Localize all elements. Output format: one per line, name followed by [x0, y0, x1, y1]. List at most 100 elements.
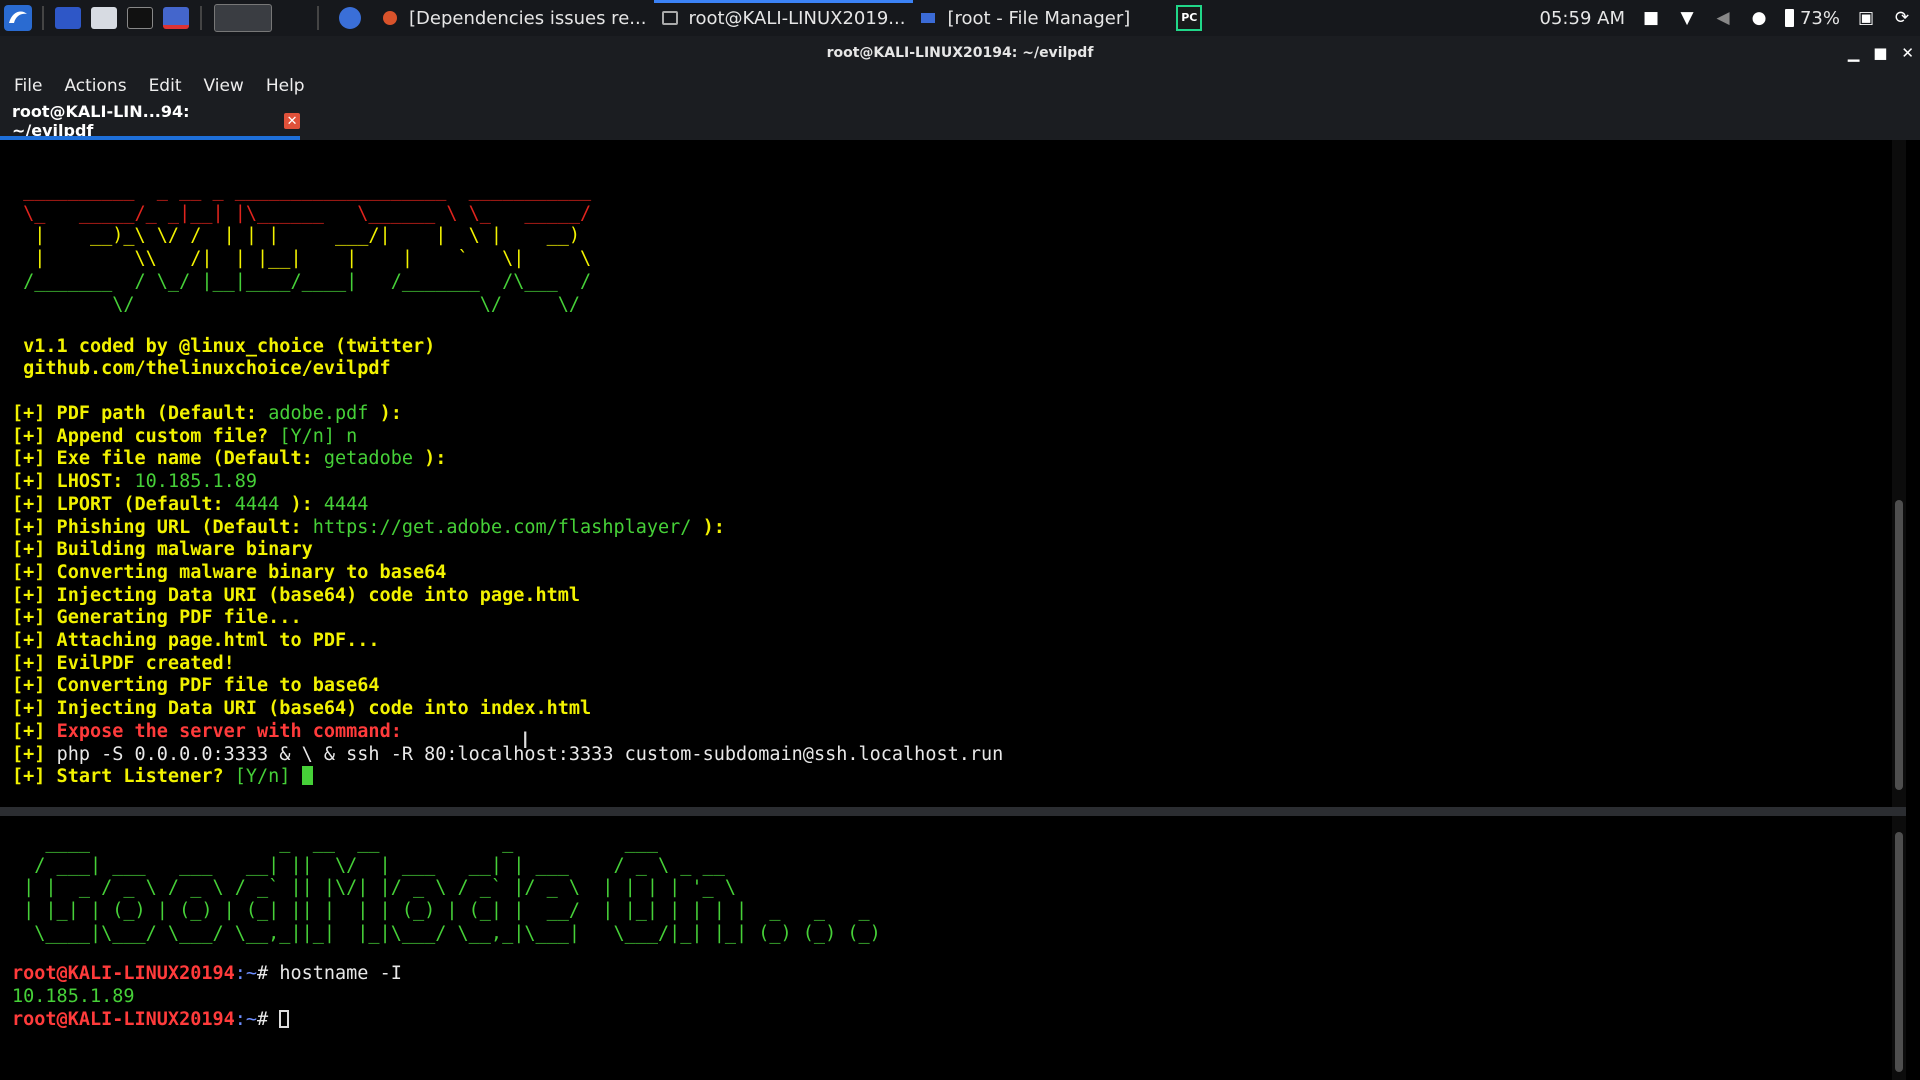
terminal-text: 4444 [234, 493, 280, 515]
banner-art-line: | | _ / _ \ / _ \ / _` || |\/| |/ _ \ / … [12, 877, 759, 899]
terminal-line: [+] Injecting Data URI (base64) code int… [12, 585, 1003, 608]
menu-file[interactable]: File [14, 76, 42, 96]
pane-splitter[interactable] [0, 807, 1906, 816]
terminal-text: adobe.pdf [268, 403, 369, 424]
pycharm-launcher-icon[interactable]: PC [1176, 5, 1203, 31]
taskbar-item-label: [Dependencies issues re... [409, 7, 647, 29]
scrollbar[interactable] [1892, 140, 1906, 807]
tab-label: root@KALI-LIN...94: ~/evilpdf [12, 102, 190, 140]
terminal-text: [+] Building malware binary [12, 539, 313, 561]
terminal-text: [+] PDF path (Default: [12, 403, 269, 424]
firefox-icon [383, 11, 397, 25]
menu-help[interactable]: Help [266, 76, 305, 96]
battery-indicator[interactable]: 73% [1784, 8, 1840, 29]
panel-separator [317, 6, 319, 30]
scrollbar-thumb[interactable] [1895, 500, 1903, 790]
terminal-output: [+] PDF path (Default: adobe.pdf ): [+] A… [12, 403, 1003, 789]
terminal-line: [+] Expose the server with command: [12, 721, 1003, 744]
terminal-line: [+] PDF path (Default: adobe.pdf ): [12, 403, 1003, 426]
banner-art-line: / ___| ___ ___ __| || \/ | ___ __| | ___… [12, 854, 759, 876]
terminal-line: [+] Append custom file? [Y/n] n [12, 426, 1003, 449]
terminal-text: [+] Generating PDF file... [12, 607, 302, 629]
battery-icon [1784, 9, 1794, 27]
prompt-user: root@KALI-LINUX20194 [12, 1009, 235, 1030]
show-desktop-icon[interactable] [55, 7, 81, 29]
terminal-text: [Y/n] [234, 766, 302, 788]
close-icon[interactable]: ✕ [1901, 44, 1914, 62]
terminal-text: [+] [12, 720, 57, 742]
terminal-line: [+] Converting malware binary to base64 [12, 562, 1003, 585]
terminal-line: [+] Injecting Data URI (base64) code int… [12, 698, 1003, 721]
notifications-icon[interactable]: ● [1749, 8, 1769, 28]
panel-separator [200, 6, 202, 30]
terminal-text: 10.185.1.89 [134, 471, 258, 493]
command-line: root@KALI-LINUX20194:~# hostname -I [12, 963, 402, 986]
folder-icon [921, 13, 936, 23]
terminal-line: [+] Phishing URL (Default: https://get.a… [12, 517, 1003, 540]
scrollbar-thumb[interactable] [1895, 832, 1903, 1072]
terminal-line: [+] Attaching page.html to PDF... [12, 630, 1003, 653]
terminal-text: [+] Converting PDF file to base64 [12, 675, 380, 697]
terminal-line: [+] Generating PDF file... [12, 607, 1003, 630]
tab-terminal[interactable]: root@KALI-LIN...94: ~/evilpdf ✕ [0, 102, 300, 140]
taskbar-item-file-manager[interactable]: [root - File Manager] [913, 0, 1138, 36]
menu-edit[interactable]: Edit [149, 76, 182, 96]
minimize-icon[interactable]: ▁ [1848, 44, 1860, 62]
banner-art-line: | __)_\ \/ / | | | ___/| | \ | __) [12, 225, 603, 247]
taskbar-item-label: [root - File Manager] [947, 7, 1131, 29]
terminal-text: [+] Phishing URL (Default: [12, 516, 313, 538]
prompt-path: :~ [234, 963, 258, 984]
command-output: 10.185.1.89 [12, 986, 135, 1007]
terminal-text: Expose the server with command: [56, 720, 402, 742]
terminal-text: [+] Attaching page.html to PDF... [12, 630, 380, 652]
system-tray: 05:59 AM ■ ▼ ◀ ● 73% ▣ ⟳ [1540, 0, 1920, 36]
volume-icon[interactable]: ◀ [1713, 8, 1733, 28]
file-manager-launcher-icon[interactable] [91, 7, 117, 29]
chromium-launcher-icon[interactable] [339, 7, 361, 29]
terminal-pane-bottom[interactable]: ____ _ __ __ _ ___ / ___| ___ ___ __| ||… [0, 816, 1906, 1080]
menu-actions[interactable]: Actions [64, 76, 126, 96]
terminal-launcher-icon[interactable] [127, 7, 153, 29]
terminal-pane-top[interactable]: __________ _ __ _ ___________________ __… [0, 140, 1906, 807]
clock[interactable]: 05:59 AM [1540, 8, 1625, 29]
taskbar-item-label: root@KALI-LINUX2019... [688, 7, 906, 29]
camera-icon[interactable]: ■ [1641, 8, 1661, 28]
tab-close-icon[interactable]: ✕ [284, 113, 300, 129]
taskbar-item-firefox[interactable]: [Dependencies issues re... [375, 0, 654, 36]
terminal-line: [+] php -S 0.0.0.0:3333 & \ & ssh -R 80:… [12, 744, 1003, 767]
terminal-text: [+] Start Listener? [12, 766, 235, 788]
kali-dragon-icon [4, 5, 32, 31]
terminal-text: ): [412, 448, 447, 470]
scrollbar[interactable] [1892, 816, 1906, 1080]
terminal-line: [+] Start Listener? [Y/n] [12, 766, 1003, 789]
menu-view[interactable]: View [203, 76, 243, 96]
evilpdf-banner-art: __________ _ __ _ ___________________ __… [12, 180, 625, 316]
terminal-text: php -S 0.0.0.0:3333 & \ & ssh -R 80:loca… [56, 743, 1004, 765]
terminal-line: [+] LPORT (Default: 4444 ): 4444 [12, 494, 1003, 517]
menu-bar: File Actions Edit View Help [0, 70, 1920, 102]
prompt-symbol: # [257, 963, 280, 984]
goodmode-banner-art: ____ _ __ __ _ ___ / ___| ___ ___ __| ||… [12, 832, 881, 946]
banner-art-line: \/ \/ \/ [12, 293, 625, 315]
maximize-icon[interactable]: ■ [1873, 44, 1887, 62]
terminal-text: ): [691, 516, 725, 538]
app-menu-button[interactable] [0, 0, 36, 36]
banner-art-line: | |_| | (_) | (_) | (_| || | | | (_) | (… [12, 900, 881, 922]
terminal-text: [+] LHOST: [12, 471, 135, 493]
banner-art-line: \_ _____/_ _|__| |\______ \______ \ \_ _… [12, 202, 592, 224]
command-text: hostname -I [279, 963, 402, 984]
lock-icon[interactable]: ▣ [1856, 8, 1876, 28]
workspace-1-button[interactable] [214, 4, 272, 32]
terminal-line: [+] EvilPDF created! [12, 653, 1003, 676]
terminal-text: [+] Append custom file? [12, 425, 280, 447]
screen-recorder-launcher-icon[interactable] [163, 7, 189, 29]
terminal-line: [+] Converting PDF file to base64 [12, 675, 1003, 698]
window-title: root@KALI-LINUX20194: ~/evilpdf [826, 45, 1094, 61]
banner-art-line: ____ _ __ __ _ ___ [12, 832, 759, 853]
power-icon[interactable]: ⟳ [1892, 8, 1912, 28]
terminal-text: [+] LPORT (Default: [12, 493, 235, 515]
terminal-text: 4444 [323, 493, 369, 515]
taskbar-item-terminal[interactable]: root@KALI-LINUX2019... [654, 0, 914, 36]
wifi-icon[interactable]: ▼ [1677, 8, 1697, 28]
window-titlebar[interactable]: root@KALI-LINUX20194: ~/evilpdf ▁ ■ ✕ [0, 36, 1920, 70]
